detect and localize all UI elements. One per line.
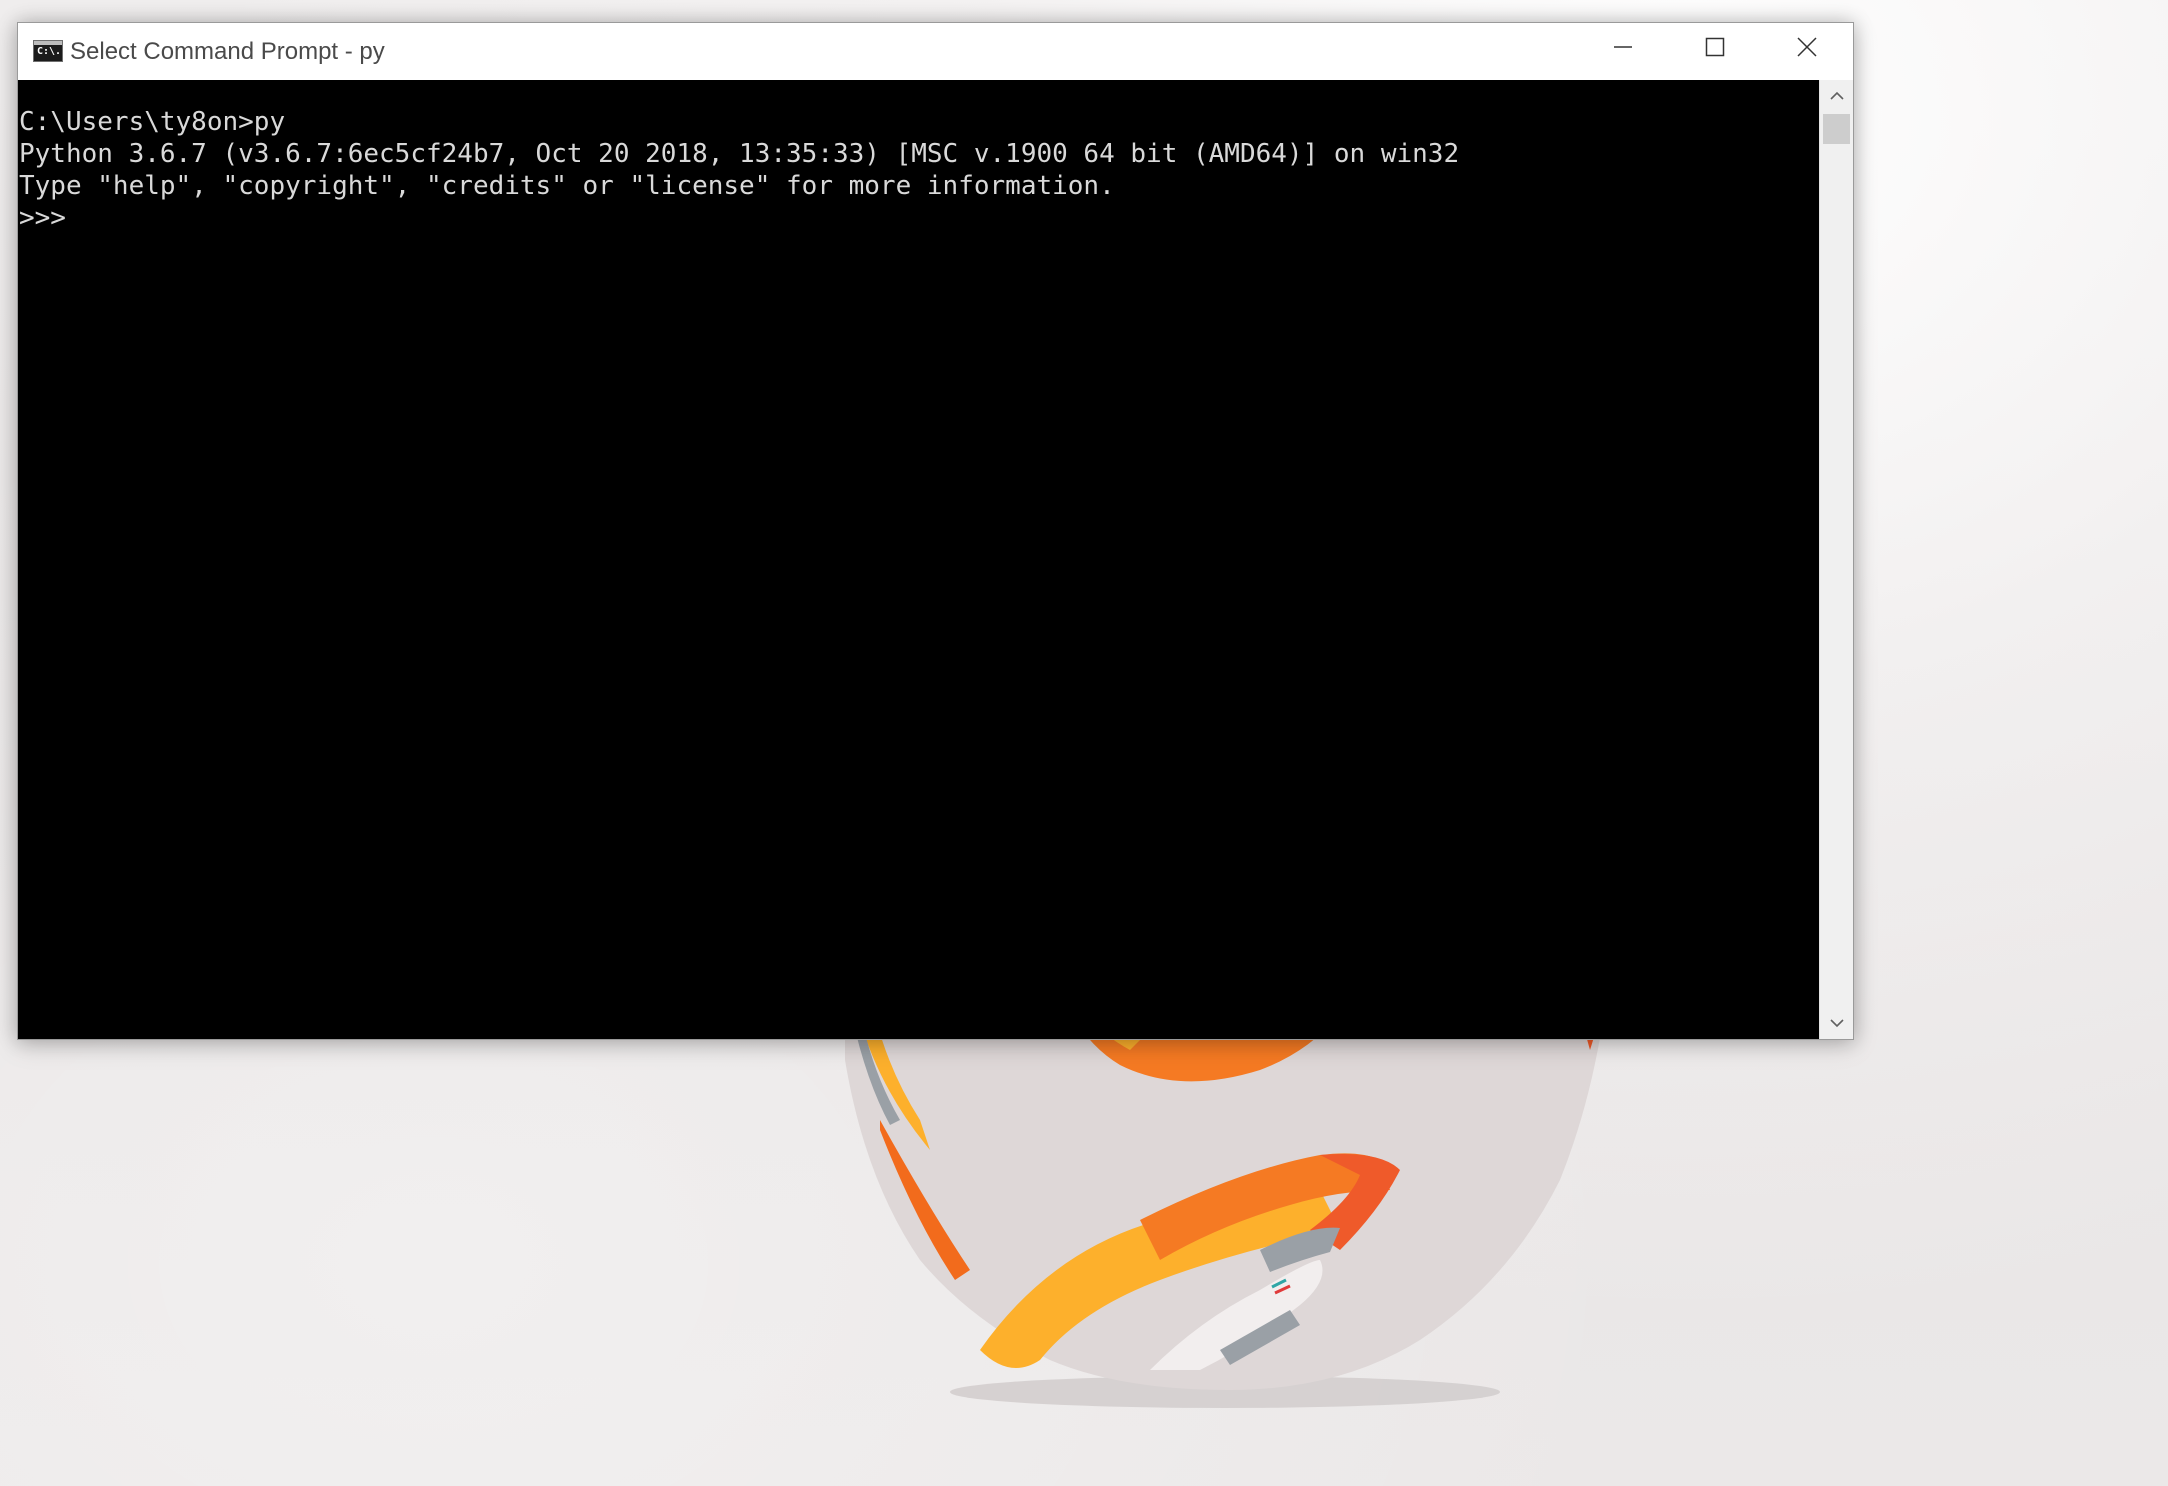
window-controls [1577,23,1853,80]
scroll-down-button[interactable] [1820,1007,1854,1039]
maximize-icon [1705,37,1725,57]
minimize-button[interactable] [1577,23,1669,71]
close-button[interactable] [1761,23,1853,71]
scroll-down-arrow-icon [1830,1019,1844,1028]
maximize-button[interactable] [1669,23,1761,71]
title-bar[interactable]: C:\. Select Command Prompt - py [18,23,1853,80]
cmd-icon[interactable]: C:\. [33,40,63,62]
console-line-prompt-command: C:\Users\ty8on>py [19,107,286,137]
minimize-icon [1614,46,1632,48]
console-line-python-version: Python 3.6.7 (v3.6.7:6ec5cf24b7, Oct 20 … [19,139,1460,169]
scroll-up-arrow-icon [1830,91,1844,100]
scroll-thumb[interactable] [1823,114,1850,144]
console-lines: C:\Users\ty8on>py Python 3.6.7 (v3.6.7:6… [19,106,1459,234]
console-output-area[interactable]: C:\Users\ty8on>py Python 3.6.7 (v3.6.7:6… [18,80,1819,1039]
command-prompt-window[interactable]: C:\. Select Command Prompt - py C:\Users… [17,22,1854,1040]
console-line-python-prompt[interactable]: >>> [19,202,1459,234]
window-title: Select Command Prompt - py [70,38,385,65]
scroll-up-button[interactable] [1820,80,1854,112]
close-icon [1797,37,1817,57]
cmd-icon-glyph: C:\. [37,46,62,57]
vertical-scrollbar[interactable] [1819,80,1853,1039]
console-line-help-info: Type "help", "copyright", "credits" or "… [19,171,1115,201]
